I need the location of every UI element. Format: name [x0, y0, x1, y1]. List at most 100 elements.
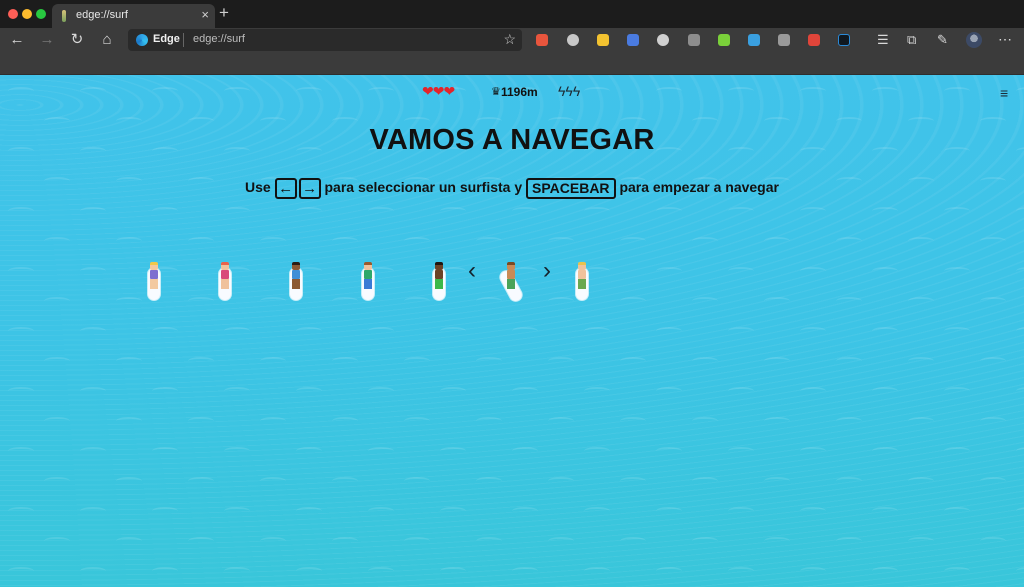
wave-mark: [44, 477, 70, 485]
next-surfer-button[interactable]: ›: [543, 259, 551, 283]
wave-mark: [152, 207, 178, 215]
forward-button[interactable]: →: [37, 30, 57, 50]
wave-mark: [476, 537, 502, 545]
wave-mark: [260, 537, 286, 545]
favorite-star-icon[interactable]: ☆: [503, 31, 516, 48]
extension-red-icon[interactable]: [808, 34, 820, 46]
wave-mark: [980, 297, 1006, 305]
wave-mark: [476, 357, 502, 365]
wave-mark: [764, 357, 790, 365]
address-divider: [183, 33, 184, 47]
wave-mark: [296, 567, 322, 575]
surfer-head: [578, 262, 586, 270]
wave-mark: [404, 537, 430, 545]
wave-mark: [656, 207, 682, 215]
wave-mark: [404, 357, 430, 365]
extension-star-icon[interactable]: [597, 34, 609, 46]
wave-mark: [80, 567, 106, 575]
address-bar[interactable]: Edge edge://surf ☆: [128, 29, 522, 51]
wave-mark: [584, 327, 610, 335]
tab-surf[interactable]: edge://surf ×: [52, 4, 215, 28]
wave-mark: [872, 267, 898, 275]
wave-mark: [8, 387, 34, 395]
previous-surfer-button[interactable]: ‹: [468, 259, 476, 283]
wave-mark: [944, 267, 970, 275]
wave-mark: [908, 357, 934, 365]
wave-mark: [764, 477, 790, 485]
wave-mark: [440, 447, 466, 455]
feedback-icon[interactable]: ✎: [937, 31, 948, 49]
surf-game-area[interactable]: ❤❤❤ ♛ 1196m ϟϟϟ ≡ VAMOS A NAVEGAR Use ← →…: [0, 75, 1024, 587]
instructions: Use ← → para seleccionar un surfista y SP…: [0, 178, 1024, 199]
new-tab-button[interactable]: +: [219, 3, 229, 23]
surfer-option[interactable]: [498, 260, 524, 303]
wave-mark: [656, 447, 682, 455]
extension-dropbox-icon[interactable]: [688, 34, 700, 46]
surfer-option[interactable]: [216, 260, 234, 302]
back-button[interactable]: ←: [7, 30, 27, 50]
extension-office-icon[interactable]: [536, 34, 548, 46]
wave-mark: [512, 507, 538, 515]
wave-mark: [584, 567, 610, 575]
wave-mark: [8, 267, 34, 275]
surfer-legs: [292, 279, 300, 289]
extension-translate-icon[interactable]: [627, 34, 639, 46]
home-button[interactable]: ⌂: [97, 30, 117, 50]
window-close-button[interactable]: [8, 9, 18, 19]
wave-mark: [908, 477, 934, 485]
game-menu-icon[interactable]: ≡: [1000, 85, 1008, 101]
surfer-option[interactable]: [145, 260, 163, 302]
wave-mark: [944, 387, 970, 395]
wave-mark: [476, 477, 502, 485]
extension-pinterest-icon[interactable]: [657, 34, 669, 46]
wave-mark: [1016, 447, 1024, 455]
wave-mark: [584, 207, 610, 215]
wave-mark: [1016, 267, 1024, 275]
wave-mark: [728, 387, 754, 395]
wave-mark: [440, 327, 466, 335]
surfer-option[interactable]: [573, 260, 591, 302]
surfer-legs: [364, 279, 372, 289]
reload-button[interactable]: ↻: [67, 30, 87, 50]
surfer-torso: [292, 270, 300, 279]
surfer-option[interactable]: [430, 260, 448, 302]
extension-clip-icon[interactable]: [718, 34, 730, 46]
wave-mark: [224, 327, 250, 335]
favorites-list-icon[interactable]: ☰: [877, 31, 889, 49]
wave-mark: [80, 327, 106, 335]
wave-mark: [800, 447, 826, 455]
window-maximize-button[interactable]: [36, 9, 46, 19]
tab-close-icon[interactable]: ×: [201, 7, 209, 22]
wave-mark: [116, 537, 142, 545]
wave-mark: [188, 537, 214, 545]
wave-mark: [8, 507, 34, 515]
surfer-torso: [578, 270, 586, 279]
wave-mark: [116, 237, 142, 245]
surfer-option[interactable]: [359, 260, 377, 302]
wave-mark: [296, 447, 322, 455]
extension-circle-icon[interactable]: [567, 34, 579, 46]
window-minimize-button[interactable]: [22, 9, 32, 19]
address-url[interactable]: edge://surf: [193, 33, 245, 45]
wave-mark: [368, 327, 394, 335]
extension-grid-icon[interactable]: [748, 34, 760, 46]
wave-mark: [548, 537, 574, 545]
wave-mark: [872, 567, 898, 575]
wave-mark: [872, 327, 898, 335]
right-key-icon: →: [298, 178, 321, 199]
wave-mark: [476, 417, 502, 425]
collections-icon[interactable]: ⧉: [907, 31, 916, 49]
wave-mark: [44, 237, 70, 245]
profile-avatar[interactable]: [966, 32, 982, 48]
extension-tool-icon[interactable]: [778, 34, 790, 46]
extension-dark-icon[interactable]: [838, 34, 850, 46]
wave-mark: [728, 567, 754, 575]
wave-mark: [296, 207, 322, 215]
wave-mark: [512, 327, 538, 335]
wave-mark: [152, 327, 178, 335]
more-menu-icon[interactable]: ⋯: [998, 31, 1012, 48]
surfer-option[interactable]: [287, 260, 305, 302]
wave-mark: [800, 327, 826, 335]
wave-mark: [944, 507, 970, 515]
wave-mark: [692, 417, 718, 425]
